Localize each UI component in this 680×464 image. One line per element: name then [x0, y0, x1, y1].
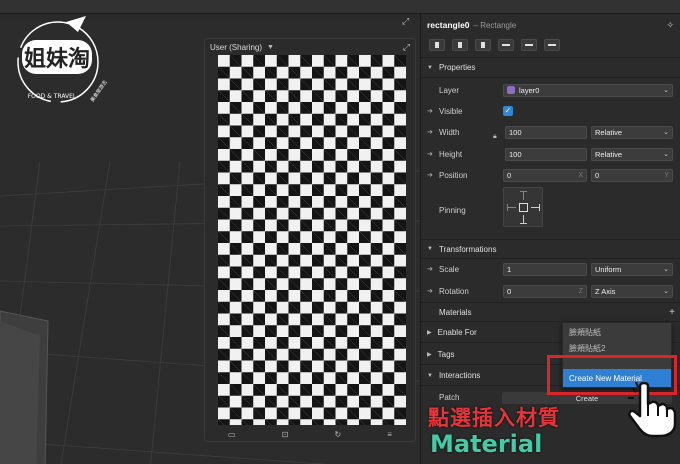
visible-row: ➔ Visible ✓	[427, 106, 513, 116]
position-row: ➔ Position 0X 0Y	[421, 167, 680, 183]
height-row: ➔ Height 100 Relative ⌄	[421, 146, 680, 162]
keyframe-arrow-icon[interactable]: ➔	[427, 171, 433, 179]
chevron-down-icon[interactable]: ▼	[267, 44, 274, 51]
position-x-input[interactable]: 0X	[503, 168, 587, 182]
device-selector[interactable]: User (Sharing)	[210, 43, 262, 52]
magic-wand-icon[interactable]: ✧	[666, 20, 674, 31]
keyframe-arrow-icon[interactable]: ➔	[427, 265, 433, 273]
video-icon[interactable]: ▭	[228, 430, 236, 439]
align-center-button[interactable]	[452, 39, 468, 51]
menu-item-material[interactable]: 臉頰貼紙2	[563, 341, 671, 355]
keyframe-arrow-icon[interactable]: ➔	[427, 107, 433, 115]
width-input[interactable]: 100	[505, 125, 587, 139]
object-type: – Rectangle	[473, 20, 517, 30]
rotation-row: ➔ Rotation 0Z Z Axis ⌄	[421, 283, 680, 299]
add-material-icon[interactable]: +	[669, 307, 675, 318]
paper-plane-icon	[66, 16, 86, 32]
width-row: ➔ Width 100 Relative ⌄	[421, 124, 680, 140]
pin-center-icon	[519, 203, 528, 212]
caption-line1: 點選插入材質	[428, 406, 560, 430]
screenshot-icon[interactable]: ⊡	[282, 430, 289, 439]
layer-swatch	[507, 86, 515, 94]
top-toolbar	[0, 0, 680, 14]
section-properties[interactable]: ▼ Properties	[421, 58, 680, 78]
alignment-toolbar	[421, 36, 680, 58]
align-right-button[interactable]	[475, 39, 491, 51]
position-y-input[interactable]: 0Y	[591, 168, 673, 182]
align-bottom-button[interactable]	[544, 39, 560, 51]
align-top-button[interactable]	[498, 39, 514, 51]
visible-checkbox[interactable]: ✓	[503, 106, 513, 116]
keyframe-arrow-icon[interactable]: ➔	[427, 128, 433, 136]
popout-icon[interactable]: ⤢	[403, 42, 410, 53]
pinning-widget[interactable]	[503, 187, 543, 227]
logo-tagline: FOOD & TRAVEL	[28, 93, 77, 100]
lock-icon[interactable]: 🔒︎	[493, 133, 497, 141]
align-left-button[interactable]	[429, 39, 445, 51]
checker-preview	[218, 55, 406, 425]
caption-line2: Material	[430, 430, 543, 458]
rotation-input[interactable]: 0Z	[503, 284, 587, 298]
section-materials[interactable]: Materials +	[421, 302, 680, 322]
scale-row: ➔ Scale 1 Uniform ⌄	[421, 261, 680, 277]
layer-select[interactable]: layer0 ⌄	[503, 83, 673, 97]
pinning-row: Pinning	[439, 205, 466, 215]
keyframe-arrow-icon[interactable]: ➔	[427, 287, 433, 295]
pin-left-icon[interactable]	[507, 204, 516, 211]
restart-icon[interactable]: ↻	[334, 430, 341, 439]
section-transformations[interactable]: ▼ Transformations	[421, 239, 680, 259]
menu-item-material[interactable]: 臉頰貼紙	[563, 323, 671, 341]
scale-mode-select[interactable]: Uniform ⌄	[591, 262, 673, 276]
align-middle-button[interactable]	[521, 39, 537, 51]
chevron-down-icon: ⌄	[663, 87, 669, 94]
pin-bottom-icon[interactable]	[520, 215, 527, 224]
collapse-icon: ▼	[427, 64, 433, 71]
layer-row: Layer layer0 ⌄	[421, 82, 680, 98]
logo-brand-text: 姐妹淘	[24, 46, 90, 72]
pin-top-icon[interactable]	[520, 191, 527, 200]
expand-icon[interactable]: ⤢	[402, 16, 409, 27]
pin-right-icon[interactable]	[531, 204, 540, 211]
height-input[interactable]: 100	[505, 147, 587, 161]
pointing-hand-icon	[628, 382, 677, 438]
brand-logo: 姐妹淘 FOOD & TRAVEL 美食旅游志	[17, 16, 109, 103]
width-unit-select[interactable]: Relative ⌄	[591, 125, 673, 139]
object-name: rectangle0	[427, 20, 470, 30]
menu-icon[interactable]: ≡	[387, 430, 392, 439]
simulator-panel: User (Sharing) ▼ ⤢ ▭ ⊡ ↻ ≡	[204, 38, 416, 442]
keyframe-arrow-icon[interactable]: ➔	[427, 150, 433, 158]
scale-input[interactable]: 1	[503, 262, 587, 276]
height-unit-select[interactable]: Relative ⌄	[591, 147, 673, 161]
rotation-axis-select[interactable]: Z Axis ⌄	[591, 284, 673, 298]
